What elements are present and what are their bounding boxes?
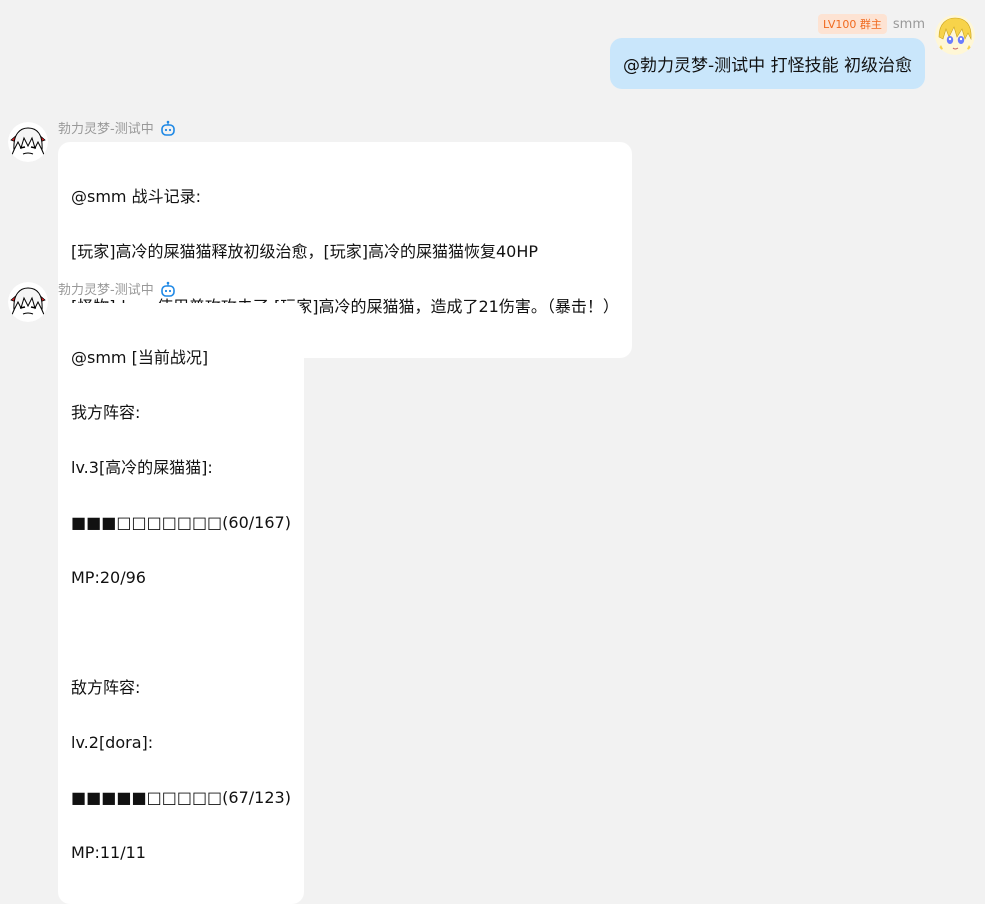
bot-avatar[interactable] (8, 122, 48, 162)
bot-sender-name[interactable]: 勃力灵梦-测试中 (58, 279, 154, 298)
reimu-anime-avatar-icon (8, 282, 48, 322)
message-line: 敌方阵容: (71, 677, 141, 697)
message-line: ■■■□□□□□□□(60/167) (71, 512, 291, 532)
self-sender-name[interactable]: smm (893, 17, 925, 32)
message-line: ■■■■■□□□□□(67/123) (71, 787, 291, 807)
message-line: MP:11/11 (71, 842, 146, 862)
bot-sender-line: 勃力灵梦-测试中 (58, 279, 176, 298)
bot-avatar[interactable] (8, 282, 48, 322)
member-level-badge: LV100 群主 (817, 14, 887, 34)
bot-sender-name[interactable]: 勃力灵梦-测试中 (58, 118, 154, 137)
bot-message-bubble[interactable]: @smm [当前战况] 我方阵容: lv.3[高冷的屎猫猫]: ■■■□□□□□… (58, 303, 304, 904)
robot-icon (160, 281, 175, 297)
bot-sender-line: 勃力灵梦-测试中 (58, 118, 176, 137)
message-line: lv.3[高冷的屎猫猫]: (71, 457, 213, 477)
message-line: [玩家]高冷的屎猫猫释放初级治愈，[玩家]高冷的屎猫猫恢复40HP (71, 241, 539, 261)
message-line (71, 619, 291, 647)
self-message-meta: LV100 群主 smm (817, 14, 925, 34)
blonde-anime-avatar-icon (935, 15, 975, 55)
message-line: lv.2[dora]: (71, 732, 154, 752)
self-avatar[interactable] (935, 15, 975, 55)
self-message-bubble[interactable]: @勃力灵梦-测试中 打怪技能 初级治愈 (610, 38, 925, 89)
message-line: @smm [当前战况] (71, 347, 209, 367)
robot-icon (160, 120, 175, 136)
reimu-anime-avatar-icon (8, 122, 48, 162)
message-line: 我方阵容: (71, 402, 141, 422)
message-line: @smm 战斗记录: (71, 186, 201, 206)
message-line: MP:20/96 (71, 567, 146, 587)
